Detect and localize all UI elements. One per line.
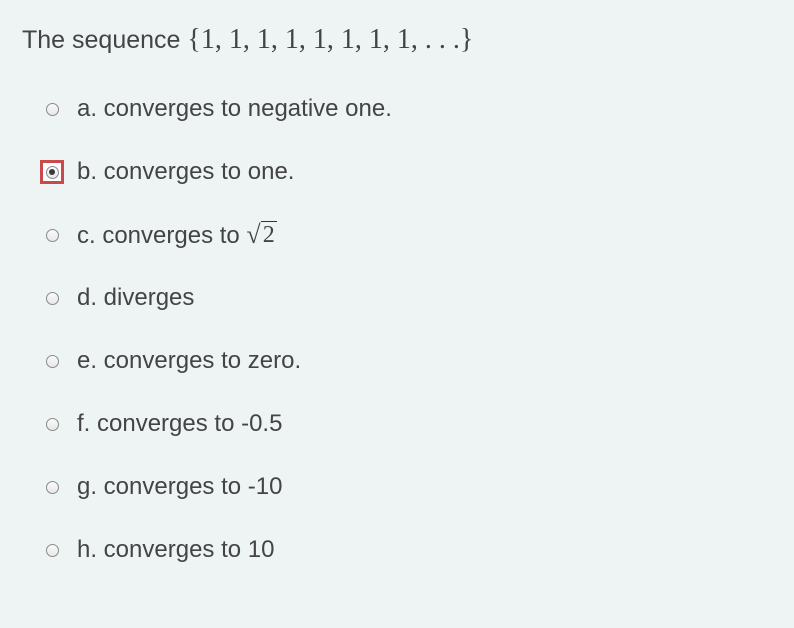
radio-g[interactable] [46, 481, 59, 494]
option-d[interactable]: d. diverges [40, 283, 772, 313]
radio-f[interactable] [46, 418, 59, 431]
option-label-c: c. converges to √2 [77, 220, 277, 250]
radio-b[interactable] [46, 166, 59, 179]
question-text: The sequence {1, 1, 1, 1, 1, 1, 1, 1, . … [22, 24, 772, 56]
radio-wrapper-e [40, 349, 64, 373]
radio-wrapper-c [40, 223, 64, 247]
sqrt-symbol-icon: √ [246, 220, 260, 249]
sqrt-arg: 2 [261, 221, 277, 249]
radio-d[interactable] [46, 292, 59, 305]
options-container: a. converges to negative one. b. converg… [22, 94, 772, 565]
option-label-a: a. converges to negative one. [77, 95, 392, 123]
option-g[interactable]: g. converges to -10 [40, 472, 772, 502]
radio-h[interactable] [46, 544, 59, 557]
question-prefix: The sequence [22, 26, 187, 54]
sqrt-expression: √2 [246, 220, 276, 250]
option-label-b: b. converges to one. [77, 158, 294, 186]
option-e[interactable]: e. converges to zero. [40, 346, 772, 376]
question-math: {1, 1, 1, 1, 1, 1, 1, 1, . . .} [187, 24, 473, 55]
option-f[interactable]: f. converges to -0.5 [40, 409, 772, 439]
radio-wrapper-g [40, 475, 64, 499]
option-label-f: f. converges to -0.5 [77, 410, 282, 438]
option-label-d: d. diverges [77, 284, 194, 312]
radio-wrapper-h [40, 538, 64, 562]
radio-wrapper-b [40, 160, 64, 184]
option-label-g: g. converges to -10 [77, 473, 282, 501]
radio-wrapper-f [40, 412, 64, 436]
option-b[interactable]: b. converges to one. [40, 157, 772, 187]
option-c-prefix: c. converges to [77, 222, 246, 249]
radio-e[interactable] [46, 355, 59, 368]
option-a[interactable]: a. converges to negative one. [40, 94, 772, 124]
option-h[interactable]: h. converges to 10 [40, 535, 772, 565]
radio-a[interactable] [46, 103, 59, 116]
radio-wrapper-d [40, 286, 64, 310]
option-label-e: e. converges to zero. [77, 347, 301, 375]
radio-c[interactable] [46, 229, 59, 242]
option-c[interactable]: c. converges to √2 [40, 220, 772, 250]
option-label-h: h. converges to 10 [77, 536, 274, 564]
radio-wrapper-a [40, 97, 64, 121]
